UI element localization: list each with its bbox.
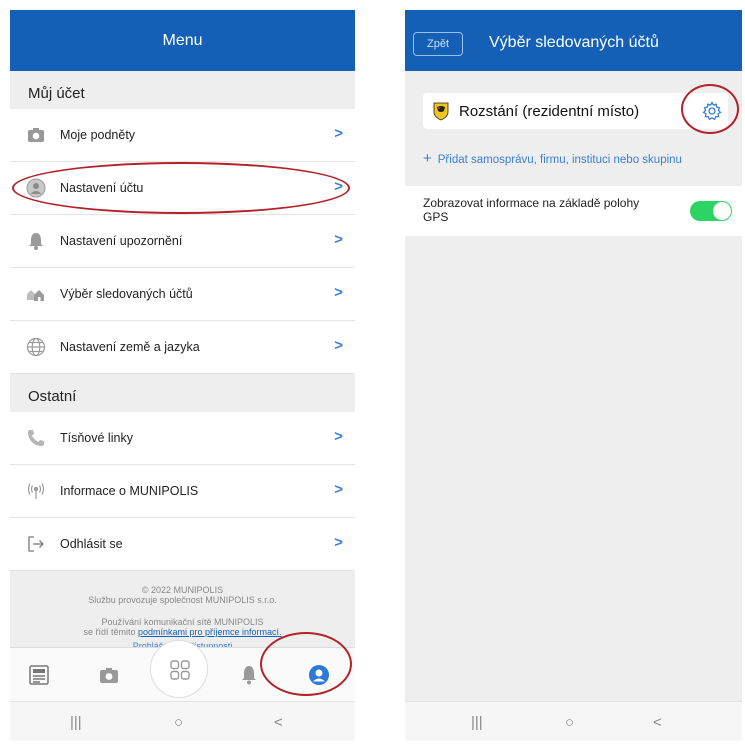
gps-setting-row: Zobrazovat informace na základě polohy G… xyxy=(405,186,742,236)
menu-title: Menu xyxy=(162,32,203,49)
menu-item-label: Moje podněty xyxy=(60,128,136,142)
menu-item-label: Informace o MUNIPOLIS xyxy=(60,484,199,498)
menu-item-label: Nastavení země a jazyka xyxy=(60,340,200,354)
chevron-right-icon: > xyxy=(334,428,343,445)
menu-item-label: Nastavení upozornění xyxy=(60,234,183,248)
menu-item-label: Odhlásit se xyxy=(60,537,123,551)
recent-apps-button[interactable]: ||| xyxy=(471,714,483,731)
news-icon[interactable] xyxy=(28,664,50,686)
camera-icon[interactable] xyxy=(98,664,120,686)
system-nav-bar: ||| ○ < xyxy=(10,701,355,741)
globe-icon xyxy=(26,337,46,357)
highlight-ring xyxy=(260,632,352,696)
chevron-right-icon: > xyxy=(334,231,343,248)
chevron-right-icon: > xyxy=(334,337,343,354)
back-button[interactable]: < xyxy=(653,714,662,731)
coat-of-arms-icon xyxy=(433,102,449,121)
menu-item-logout[interactable]: Odhlásit se > xyxy=(10,518,355,571)
section-header-other: Ostatní xyxy=(10,374,355,412)
camera-icon xyxy=(28,128,44,142)
highlight-ring xyxy=(681,84,739,134)
footer-copyright: © 2022 MUNIPOLIS xyxy=(141,585,224,595)
recent-apps-button[interactable]: ||| xyxy=(70,714,82,731)
gps-setting-label: Zobrazovat informace na základě polohy G… xyxy=(423,196,640,224)
houses-icon xyxy=(27,290,44,301)
followed-accounts-screen: Zpět Výběr sledovaných účtů Rozstání (re… xyxy=(405,10,742,741)
highlight-ring xyxy=(12,162,350,214)
footer-usage-line: Používání komunikační sítě MUNIPOLIS xyxy=(101,617,264,627)
add-account-link[interactable]: + Přidat samosprávu, firmu, instituci neb… xyxy=(423,150,682,167)
back-button[interactable]: < xyxy=(274,714,283,731)
menu-item-label: Výběr sledovaných účtů xyxy=(60,287,193,301)
chevron-right-icon: > xyxy=(334,481,343,498)
chevron-right-icon: > xyxy=(334,534,343,551)
add-account-label: Přidat samosprávu, firmu, instituci nebo… xyxy=(437,154,682,166)
bell-icon[interactable] xyxy=(238,664,260,686)
account-name: Rozstání (rezidentní místo) xyxy=(459,103,640,120)
footer-operator: Službu provozuje společnost MUNIPOLIS s.… xyxy=(88,595,277,605)
chevron-right-icon: > xyxy=(334,125,343,142)
system-nav-bar: ||| ○ < xyxy=(405,701,742,741)
menu-item-emergency-lines[interactable]: Tísňové linky > xyxy=(10,412,355,465)
phone-icon xyxy=(28,430,44,446)
back-button[interactable]: Zpět xyxy=(413,32,463,56)
bell-icon xyxy=(29,233,43,250)
menu-item-country-language[interactable]: Nastavení země a jazyka > xyxy=(10,321,355,374)
page-title: Výběr sledovaných účtů xyxy=(489,34,659,51)
gps-toggle[interactable] xyxy=(690,201,732,221)
grid-menu-button[interactable] xyxy=(150,640,208,698)
logout-icon xyxy=(28,536,44,552)
section-header-my-account: Můj účet xyxy=(10,71,355,109)
followed-accounts-header: Zpět Výběr sledovaných účtů xyxy=(405,10,742,71)
menu-screen: Menu Můj účet Moje podněty > Nastavení ú… xyxy=(10,10,355,741)
menu-item-notification-settings[interactable]: Nastavení upozornění > xyxy=(10,215,355,268)
home-button[interactable]: ○ xyxy=(174,714,183,731)
menu-item-my-reports[interactable]: Moje podněty > xyxy=(10,109,355,162)
menu-item-about-munipolis[interactable]: Informace o MUNIPOLIS > xyxy=(10,465,355,518)
menu-header: Menu xyxy=(10,10,355,71)
menu-item-followed-accounts[interactable]: Výběr sledovaných účtů > xyxy=(10,268,355,321)
plus-icon: + xyxy=(423,150,432,167)
menu-item-label: Tísňové linky xyxy=(60,431,133,445)
grid-icon xyxy=(170,660,190,680)
chevron-right-icon: > xyxy=(334,284,343,301)
home-button[interactable]: ○ xyxy=(565,714,574,731)
antenna-icon xyxy=(27,483,45,499)
terms-link[interactable]: podmínkami pro příjemce informací. xyxy=(138,627,282,637)
